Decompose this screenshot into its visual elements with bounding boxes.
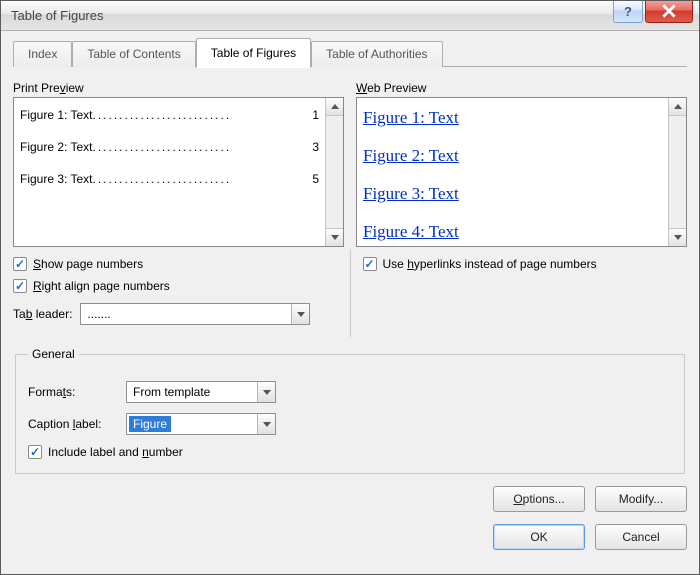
window-title: Table of Figures (11, 8, 613, 23)
scroll-track[interactable] (669, 116, 686, 228)
web-preview-row: Figure 1: Text (363, 108, 662, 128)
tab-table-of-contents[interactable]: Table of Contents (72, 41, 195, 67)
dialog-buttons-row: OK Cancel (13, 524, 687, 550)
print-preview-body: Figure 1: Text .........................… (14, 98, 325, 246)
formats-label: Formats: (28, 385, 118, 399)
web-preview-row: Figure 4: Text (363, 222, 662, 242)
web-preview-link[interactable]: Figure 2: Text (363, 146, 459, 165)
print-preview-label: Print Preview (13, 81, 344, 95)
web-preview-box: Figure 1: Text Figure 2: Text Figure 3: … (356, 97, 687, 247)
help-button[interactable]: ? (613, 1, 643, 23)
web-options: Use hyperlinks instead of page numbers (363, 249, 688, 337)
options-button[interactable]: Options... (493, 486, 585, 512)
web-preview-label: Web Preview (356, 81, 687, 95)
right-align-checkbox[interactable] (13, 279, 27, 293)
use-hyperlinks-label: Use hyperlinks instead of page numbers (383, 257, 597, 271)
print-preview-row: Figure 3: Text .........................… (20, 172, 319, 186)
web-preview-row: Figure 3: Text (363, 184, 662, 204)
chevron-up-icon (331, 104, 339, 109)
general-group: General Formats: From template Caption l… (15, 347, 685, 474)
print-preview-row: Figure 2: Text .........................… (20, 140, 319, 154)
include-label-label: Include label and number (48, 445, 183, 459)
web-preview-row: Figure 2: Text (363, 146, 662, 166)
dialog-window: Table of Figures ? Index Table of Conten… (0, 0, 700, 575)
scrollbar[interactable] (325, 98, 343, 246)
print-options: Show page numbers Right align page numbe… (13, 249, 351, 337)
use-hyperlinks-row: Use hyperlinks instead of page numbers (363, 257, 688, 271)
preview-panels: Print Preview Figure 1: Text ...........… (13, 81, 687, 247)
caption-label-row: Caption label: Figure (28, 413, 672, 435)
right-align-label: Right align page numbers (33, 279, 170, 293)
chevron-down-icon (263, 422, 271, 427)
web-preview-link[interactable]: Figure 1: Text (363, 108, 459, 127)
tab-leader-row: Tab leader: ....... (13, 303, 338, 325)
titlebar: Table of Figures ? (1, 1, 699, 31)
caption-label-value: Figure (133, 417, 257, 431)
tab-table-of-authorities[interactable]: Table of Authorities (311, 41, 442, 67)
web-preview-link[interactable]: Figure 3: Text (363, 184, 459, 203)
print-preview-box: Figure 1: Text .........................… (13, 97, 344, 247)
options-buttons-row: Options... Modify... (13, 486, 687, 512)
caption-label-label: Caption label: (28, 417, 118, 431)
right-align-row: Right align page numbers (13, 279, 338, 293)
close-icon (662, 4, 676, 18)
dropdown-button[interactable] (257, 414, 275, 434)
formats-row: Formats: From template (28, 381, 672, 403)
options-split: Show page numbers Right align page numbe… (13, 249, 687, 337)
scroll-down-button[interactable] (669, 228, 686, 246)
ok-button[interactable]: OK (493, 524, 585, 550)
print-preview-panel: Print Preview Figure 1: Text ...........… (13, 81, 344, 247)
dropdown-button[interactable] (257, 382, 275, 402)
tab-index[interactable]: Index (13, 41, 72, 67)
web-preview-body: Figure 1: Text Figure 2: Text Figure 3: … (357, 98, 668, 246)
chevron-up-icon (674, 104, 682, 109)
close-button[interactable] (645, 1, 693, 23)
include-label-checkbox[interactable] (28, 445, 42, 459)
chevron-down-icon (674, 235, 682, 240)
formats-dropdown[interactable]: From template (126, 381, 276, 403)
tab-table-of-figures[interactable]: Table of Figures (196, 38, 311, 68)
web-preview-panel: Web Preview Figure 1: Text Figure 2: Tex… (356, 81, 687, 247)
show-page-numbers-label: Show page numbers (33, 257, 143, 271)
show-page-numbers-row: Show page numbers (13, 257, 338, 271)
cancel-button[interactable]: Cancel (595, 524, 687, 550)
tab-leader-dropdown[interactable]: ....... (80, 303, 310, 325)
scroll-track[interactable] (326, 116, 343, 228)
caption-label-dropdown[interactable]: Figure (126, 413, 276, 435)
tabstrip: Index Table of Contents Table of Figures… (13, 41, 687, 67)
chevron-down-icon (263, 390, 271, 395)
scrollbar[interactable] (668, 98, 686, 246)
print-preview-row: Figure 1: Text .........................… (20, 108, 319, 122)
tab-leader-value: ....... (87, 307, 291, 321)
dialog-content: Index Table of Contents Table of Figures… (1, 31, 699, 574)
dropdown-button[interactable] (291, 304, 309, 324)
scroll-down-button[interactable] (326, 228, 343, 246)
use-hyperlinks-checkbox[interactable] (363, 257, 377, 271)
scroll-up-button[interactable] (669, 98, 686, 116)
modify-button[interactable]: Modify... (595, 486, 687, 512)
general-legend: General (28, 347, 79, 361)
show-page-numbers-checkbox[interactable] (13, 257, 27, 271)
include-label-row: Include label and number (28, 445, 672, 459)
formats-value: From template (133, 385, 257, 399)
web-preview-link[interactable]: Figure 4: Text (363, 222, 459, 241)
scroll-up-button[interactable] (326, 98, 343, 116)
tab-leader-label: Tab leader: (13, 307, 72, 321)
chevron-down-icon (297, 312, 305, 317)
chevron-down-icon (331, 235, 339, 240)
